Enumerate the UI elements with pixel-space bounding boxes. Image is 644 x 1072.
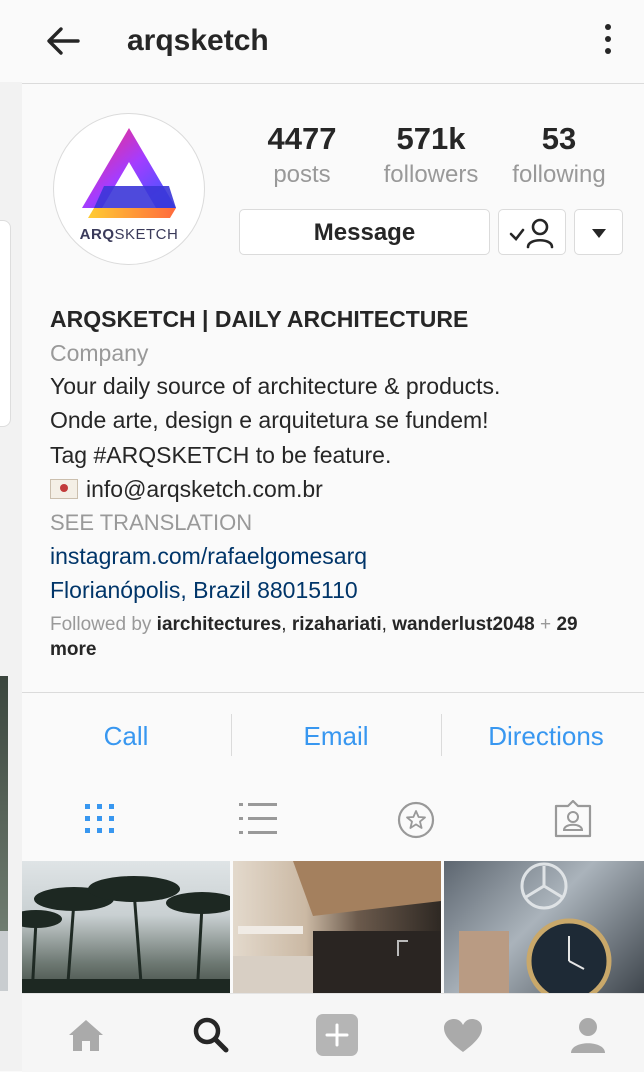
bio-line: Onde arte, design e arquitetura se funde… xyxy=(50,407,489,433)
divider xyxy=(22,692,644,693)
user-check-icon xyxy=(509,218,554,249)
caret-down-icon xyxy=(592,229,606,238)
arqsketch-logo-icon xyxy=(82,128,176,218)
post-thumbnail-kitchen[interactable] xyxy=(233,861,441,996)
bio-line: Tag #ARQSKETCH to be feature. xyxy=(50,442,392,468)
followed-by[interactable]: Followed by iarchitectures, rizahariati,… xyxy=(50,612,620,662)
location-link[interactable]: Florianópolis, Brazil 88015110 xyxy=(50,573,358,607)
profile-category: Company xyxy=(50,340,149,366)
profile-panel: arqsketch ARQSKETCH 4477 posts 571k foll… xyxy=(22,0,644,1072)
search-icon[interactable] xyxy=(192,1016,230,1054)
post-thumbnail-watch[interactable] xyxy=(444,861,644,996)
following-button[interactable] xyxy=(498,209,566,255)
tagged-star-icon[interactable] xyxy=(397,801,435,839)
kitchen-interior-image xyxy=(233,861,441,996)
background-image-edge-2 xyxy=(0,931,8,991)
background-page-top xyxy=(0,0,22,82)
profile-name: ARQSKETCH | DAILY ARCHITECTURE xyxy=(50,306,469,332)
stat-posts: 4477 posts xyxy=(267,121,337,188)
home-icon[interactable] xyxy=(67,1018,105,1052)
top-bar: arqsketch xyxy=(22,0,644,84)
call-button[interactable]: Call xyxy=(22,716,230,756)
website-link[interactable]: instagram.com/rafaelgomesarq xyxy=(50,539,367,573)
post-thumbnail-palms[interactable] xyxy=(22,861,230,996)
avatar[interactable]: ARQSKETCH xyxy=(53,113,205,265)
message-button[interactable]: Message xyxy=(239,209,490,255)
stat-followers[interactable]: 571k followers xyxy=(374,120,488,192)
see-translation-link[interactable]: SEE TRANSLATION xyxy=(50,506,252,540)
palm-trees-image xyxy=(22,876,230,996)
bio-line: Your daily source of architecture & prod… xyxy=(50,373,501,399)
background-image-edge xyxy=(0,676,8,931)
email-button[interactable]: Email xyxy=(232,716,440,756)
page-title: arqsketch xyxy=(127,24,269,57)
watch-image xyxy=(459,862,612,996)
suggestions-dropdown-button[interactable] xyxy=(574,209,623,255)
grid-icon[interactable] xyxy=(84,803,116,835)
envelope-icon xyxy=(50,479,78,499)
avatar-logo-text: ARQSKETCH xyxy=(79,226,179,243)
list-icon[interactable] xyxy=(239,802,277,836)
more-vertical-icon[interactable] xyxy=(598,24,618,60)
profile-icon[interactable] xyxy=(569,1016,607,1054)
bio-email-line: info@arqsketch.com.br xyxy=(50,472,323,506)
heart-icon[interactable] xyxy=(443,1018,483,1053)
background-card-edge xyxy=(0,220,11,427)
arrow-left-icon[interactable] xyxy=(46,26,80,56)
directions-button[interactable]: Directions xyxy=(442,716,644,756)
tagged-person-icon[interactable] xyxy=(554,800,592,838)
bottom-nav xyxy=(22,993,644,1072)
add-post-icon[interactable] xyxy=(316,1014,358,1056)
stat-following[interactable]: 53 following xyxy=(504,120,614,192)
